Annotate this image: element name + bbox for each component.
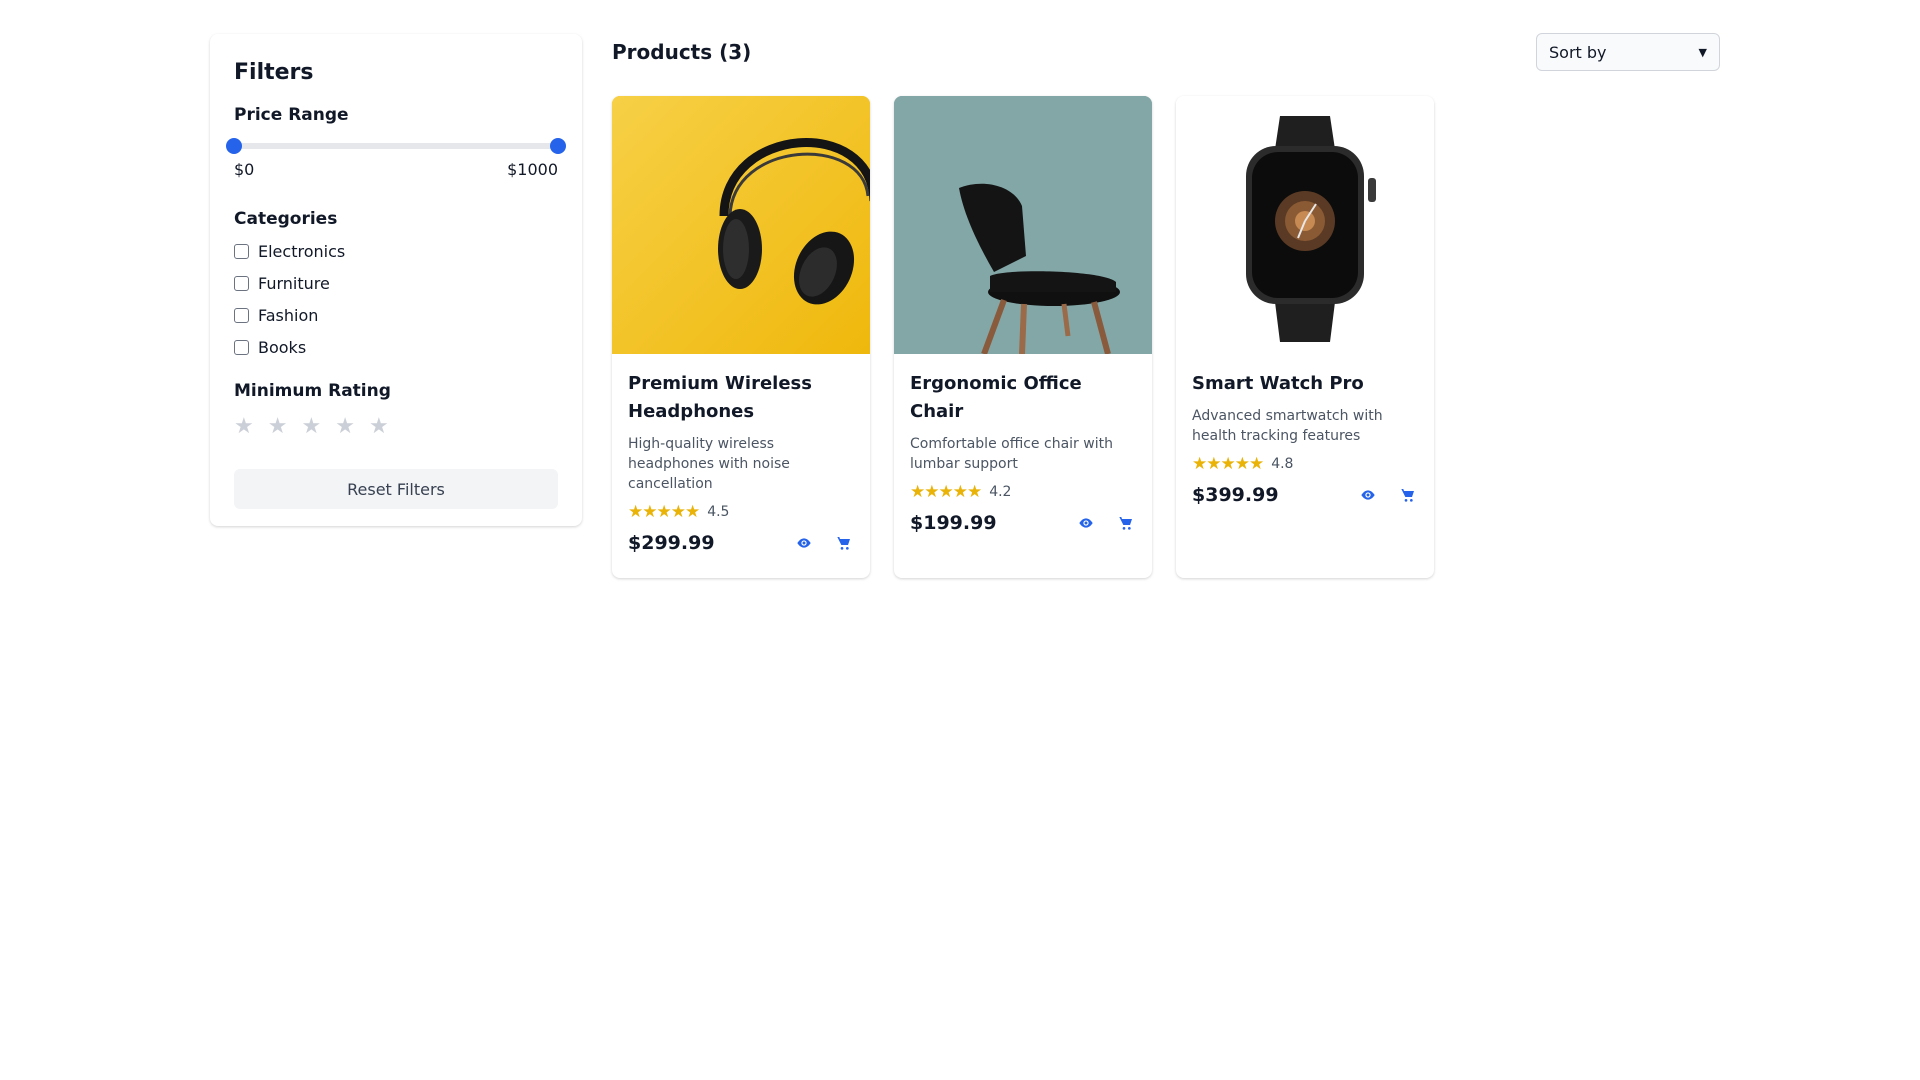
reset-filters-button[interactable]: Reset Filters (234, 469, 558, 509)
product-footer: $199.99 (910, 512, 1136, 534)
star-icon[interactable]: ★ (234, 413, 254, 441)
product-body: Premium Wireless Headphones High-quality… (612, 354, 870, 570)
page-title: Products (3) (612, 40, 752, 64)
star-icon[interactable]: ★ (335, 413, 355, 441)
star-icon: ★★★★★ (1192, 454, 1264, 474)
product-description: High-quality wireless headphones with no… (628, 436, 790, 492)
category-label: Fashion (258, 305, 319, 325)
cart-icon[interactable] (1398, 485, 1418, 505)
product-price: $299.99 (628, 532, 715, 554)
product-body: Ergonomic Office Chair Comfortable offic… (894, 354, 1152, 550)
product-footer: $299.99 (628, 532, 854, 554)
category-fashion[interactable]: Fashion (234, 299, 558, 331)
product-card[interactable]: Ergonomic Office Chair Comfortable offic… (894, 96, 1152, 578)
price-max-label: $1000 (507, 160, 558, 179)
product-name[interactable]: Ergonomic Office Chair (910, 370, 1136, 426)
star-icon[interactable]: ★ (369, 413, 389, 441)
product-description: Advanced smartwatch with health tracking… (1192, 408, 1383, 444)
category-checkbox[interactable] (234, 307, 249, 323)
sort-select[interactable]: Sort by ▼ (1536, 33, 1720, 71)
chair-image (894, 96, 1152, 354)
cart-icon[interactable] (1116, 513, 1136, 533)
filters-panel: Filters Price Range $0 $1000 Categories … (210, 34, 582, 526)
minimum-rating-title: Minimum Rating (234, 381, 391, 401)
price-range-title: Price Range (234, 105, 349, 125)
product-card[interactable]: Premium Wireless Headphones High-quality… (612, 96, 870, 578)
product-image-headphones (612, 96, 870, 354)
eye-icon[interactable] (1076, 513, 1096, 533)
filters-title: Filters (234, 60, 314, 85)
category-checkbox[interactable] (234, 275, 249, 291)
price-range-slider[interactable] (226, 137, 566, 155)
product-rating: ★★★★★ 4.2 (910, 482, 1136, 502)
category-electronics[interactable]: Electronics (234, 235, 558, 267)
product-footer: $399.99 (1192, 484, 1418, 506)
sort-selected-value: Sort by (1549, 42, 1607, 62)
star-icon[interactable]: ★ (301, 413, 321, 441)
price-labels: $0 $1000 (234, 160, 558, 179)
product-price: $399.99 (1192, 484, 1279, 506)
price-min-handle[interactable] (226, 138, 242, 154)
product-rating: ★★★★★ 4.5 (628, 502, 854, 522)
minimum-rating-stars: ★ ★ ★ ★ ★ (234, 413, 558, 441)
categories-list: Electronics Furniture Fashion Books (234, 235, 558, 363)
eye-icon[interactable] (794, 533, 814, 553)
category-label: Furniture (258, 273, 330, 293)
product-rating-value: 4.8 (1271, 456, 1294, 472)
price-slider-track (234, 143, 558, 149)
star-icon: ★★★★★ (910, 482, 982, 502)
product-rating-value: 4.5 (707, 504, 730, 520)
product-card[interactable]: Smart Watch Pro Advanced smartwatch with… (1176, 96, 1434, 578)
star-icon: ★★★★★ (628, 502, 700, 522)
product-image-watch (1176, 96, 1434, 354)
category-books[interactable]: Books (234, 331, 558, 363)
product-body: Smart Watch Pro Advanced smartwatch with… (1176, 354, 1434, 522)
product-name[interactable]: Smart Watch Pro (1192, 370, 1418, 398)
watch-image (1176, 96, 1434, 354)
product-price: $199.99 (910, 512, 997, 534)
cart-icon[interactable] (834, 533, 854, 553)
product-name[interactable]: Premium Wireless Headphones (628, 370, 854, 426)
product-image-chair (894, 96, 1152, 354)
category-furniture[interactable]: Furniture (234, 267, 558, 299)
star-icon[interactable]: ★ (268, 413, 288, 441)
price-min-label: $0 (234, 160, 255, 179)
price-max-handle[interactable] (550, 138, 566, 154)
category-label: Electronics (258, 241, 346, 261)
headphones-image (612, 96, 870, 354)
product-rating-value: 4.2 (989, 484, 1012, 500)
product-description: Comfortable office chair with lumbar sup… (910, 436, 1113, 472)
chevron-down-icon: ▼ (1698, 45, 1707, 59)
category-checkbox[interactable] (234, 243, 249, 259)
categories-title: Categories (234, 209, 338, 229)
category-label: Books (258, 337, 307, 357)
eye-icon[interactable] (1358, 485, 1378, 505)
category-checkbox[interactable] (234, 339, 249, 355)
product-rating: ★★★★★ 4.8 (1192, 454, 1418, 474)
